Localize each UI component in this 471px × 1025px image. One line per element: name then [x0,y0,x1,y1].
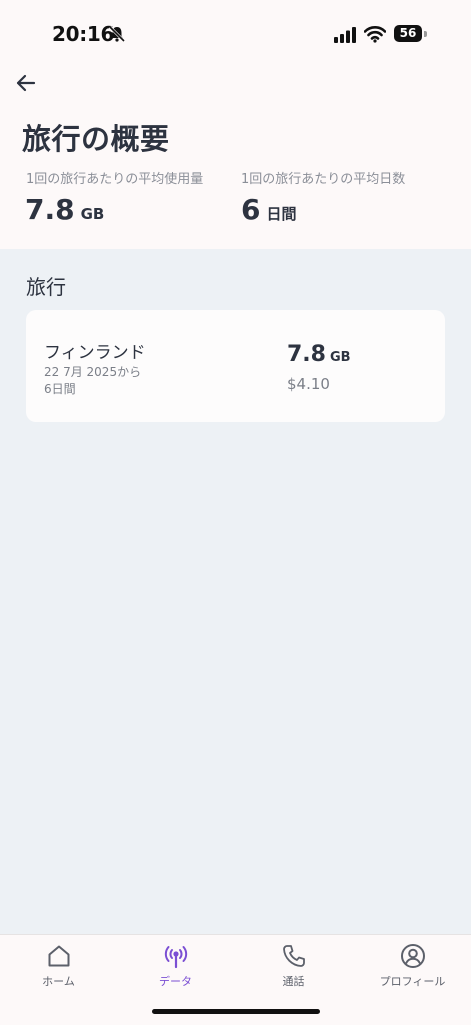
page-title: 旅行の概要 [22,122,170,156]
battery-tip [424,31,427,37]
avg-usage-label: 1回の旅行あたりの平均使用量 [26,172,204,187]
trip-country: フィンランド [44,343,146,363]
status-bar: 20:16 56 [0,0,471,70]
tab-data[interactable]: データ [117,935,234,1005]
wifi-icon [364,26,386,43]
status-time: 20:16 [52,22,115,46]
tab-calls-label: 通話 [282,975,305,988]
tab-calls[interactable]: 通話 [235,935,352,1005]
avg-usage-unit: GB [80,205,105,223]
battery-level: 56 [399,26,417,40]
home-icon [48,945,70,967]
avg-days-value: 6 日間 [241,193,297,226]
trip-usage-number: 7.8 [287,342,326,367]
trip-start-date: 22 7月 2025から [44,365,142,379]
avg-usage-number: 7.8 [25,193,75,226]
avg-days-unit: 日間 [266,205,297,223]
tab-profile-label: プロフィール [379,975,446,988]
trip-usage: 7.8 GB [287,342,351,367]
trips-section-title: 旅行 [26,275,66,299]
battery-icon: 56 [394,25,422,42]
tab-home[interactable]: ホーム [0,935,117,1005]
avg-days-label: 1回の旅行あたりの平均日数 [241,172,406,187]
tab-profile[interactable]: プロフィール [354,935,471,1005]
avg-days-number: 6 [241,193,261,226]
phone-icon [283,945,305,967]
silent-bell-icon [108,25,126,43]
trip-card[interactable]: フィンランド 22 7月 2025から 6日間 7.8 GB $4.10 [26,310,445,422]
avg-usage-value: 7.8 GB [25,193,104,226]
tab-data-label: データ [159,975,192,988]
trip-usage-unit: GB [329,350,351,365]
trip-duration: 6日間 [44,382,76,396]
user-icon [401,944,425,968]
trip-price: $4.10 [287,375,330,393]
tab-home-label: ホーム [42,975,75,988]
back-arrow-icon[interactable] [14,71,38,95]
cellular-signal-icon [334,27,356,43]
home-indicator [152,1009,320,1014]
antenna-icon [164,946,188,969]
